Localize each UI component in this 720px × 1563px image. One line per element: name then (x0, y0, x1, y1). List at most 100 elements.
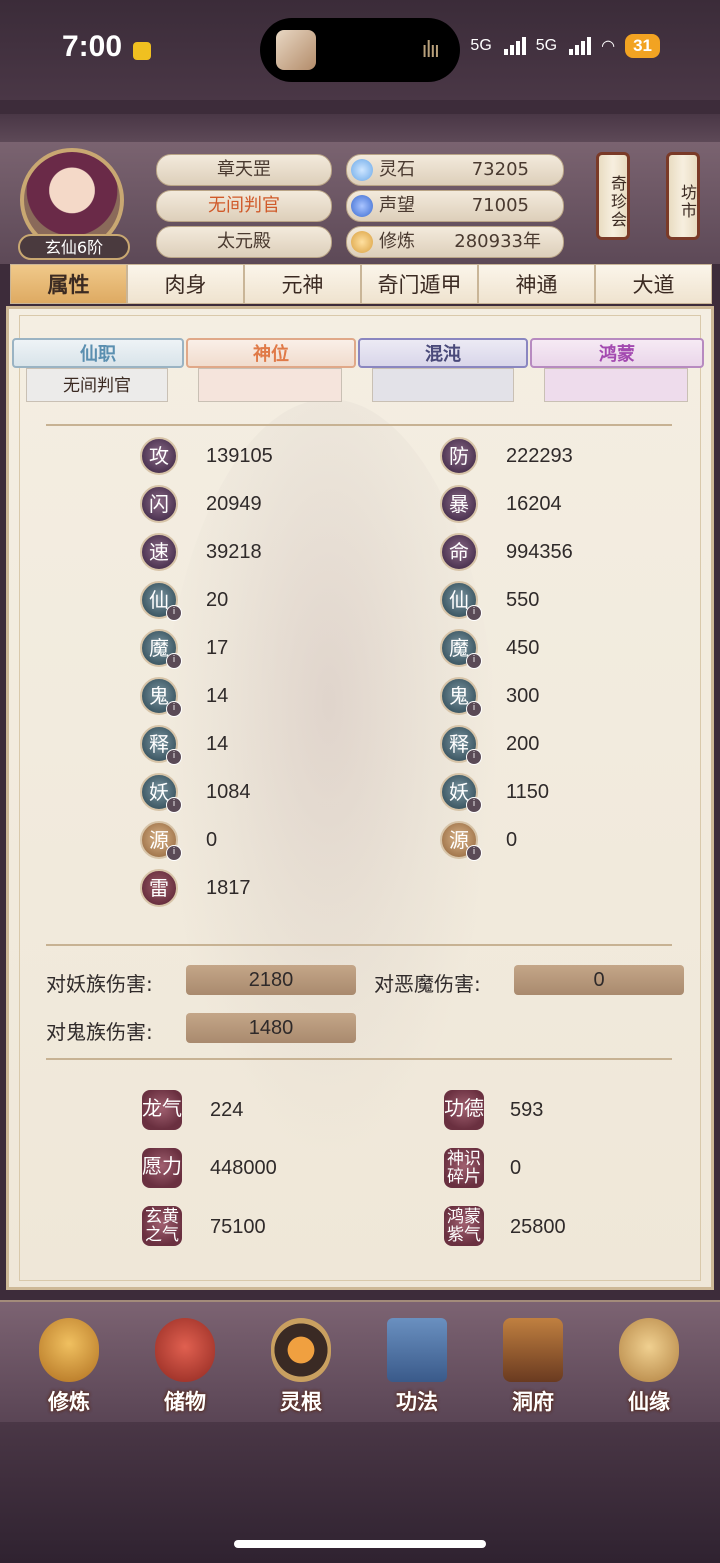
audio-wave-icon: ılıı (421, 38, 441, 63)
rank-banner-chaos[interactable]: 混沌 (358, 338, 528, 368)
nav-techniques[interactable]: 功法 (362, 1310, 472, 1418)
hongmeng-purple-qi-icon: 鸿蒙 紫气 (444, 1206, 484, 1246)
ghost-attack-icon[interactable]: 鬼i (140, 677, 182, 717)
damage-vs-demon-value: 0 (514, 965, 684, 995)
attributes-panel (6, 306, 714, 1290)
buddhist-defense-value: 200 (506, 733, 540, 755)
monster-defense-value: 1150 (506, 781, 550, 803)
rank-slot-chaos (372, 368, 514, 402)
house-icon (503, 1318, 563, 1382)
signal-label-2: 5G (535, 37, 558, 54)
rank-slot-deity (198, 368, 342, 402)
vow-power-value: 448000 (210, 1157, 277, 1179)
buddhist-defense-icon[interactable]: 释i (440, 725, 482, 765)
ghost-attack-value: 14 (206, 685, 229, 707)
nav-cultivation[interactable]: 修炼 (14, 1310, 124, 1418)
gourd-icon (619, 1318, 679, 1382)
buddhist-attack-value: 14 (206, 733, 229, 755)
immortal-attack-icon[interactable]: 仙i (140, 581, 182, 621)
signal-bars-icon (503, 37, 526, 55)
signal-bars-icon (569, 37, 592, 55)
tab-spirit[interactable]: 元神 (244, 264, 361, 304)
resource-spirit-stone: 灵石 73205 (346, 154, 564, 186)
monster-attack-icon[interactable]: 妖i (140, 773, 182, 813)
app-thumbnail-icon (276, 30, 316, 70)
crystal-icon (351, 195, 373, 217)
critical-value: 16204 (506, 493, 562, 515)
divider (46, 944, 672, 946)
nav-spirit-root[interactable]: 灵根 (246, 1310, 356, 1418)
ghost-defense-value: 300 (506, 685, 540, 707)
divider (46, 424, 672, 426)
nav-storage[interactable]: 储物 (130, 1310, 240, 1418)
origin-defense-value: 0 (506, 829, 518, 851)
buddhist-attack-icon[interactable]: 释i (140, 725, 182, 765)
dodge-value: 20949 (206, 493, 262, 515)
tab-divine-power[interactable]: 神通 (478, 264, 595, 304)
tab-qimen[interactable]: 奇门遁甲 (361, 264, 478, 304)
merit-icon: 功德 (444, 1090, 484, 1130)
notification-icon (133, 42, 151, 60)
book-icon (387, 1318, 447, 1382)
rank-banner-immortal-post[interactable]: 仙职 (12, 338, 184, 368)
info-badge-icon: i (166, 701, 182, 717)
info-badge-icon: i (166, 797, 182, 813)
dynamic-island: ılıı (260, 18, 460, 82)
tab-dao[interactable]: 大道 (595, 264, 712, 304)
rank-slot-immortal-post: 无间判官 (26, 368, 168, 402)
nav-cave-dwelling[interactable]: 洞府 (478, 1310, 588, 1418)
rank-banner-hongmeng[interactable]: 鸿蒙 (530, 338, 704, 368)
damage-vs-demon-label: 对恶魔伤害: (374, 972, 481, 996)
spirit-stone-icon (351, 159, 373, 181)
hongmeng-purple-qi-value: 25800 (510, 1216, 566, 1238)
immortal-defense-icon[interactable]: 仙i (440, 581, 482, 621)
battery-indicator: 31 (625, 34, 660, 58)
rank-banner-deity[interactable]: 神位 (186, 338, 356, 368)
nav-fate[interactable]: 仙缘 (594, 1310, 704, 1418)
thunder-value: 1817 (206, 877, 251, 899)
origin-attack-value: 0 (206, 829, 218, 851)
status-time: 7:00 (62, 30, 123, 63)
treasure-shop-button[interactable]: 奇珍会 (596, 152, 630, 240)
info-badge-icon: i (466, 605, 482, 621)
signal-label-1: 5G (470, 37, 492, 54)
ghost-defense-icon[interactable]: 鬼i (440, 677, 482, 717)
info-badge-icon: i (166, 653, 182, 669)
tab-attributes[interactable]: 属性 (10, 264, 127, 304)
immortal-attack-value: 20 (206, 589, 229, 611)
origin-attack-icon[interactable]: 源i (140, 821, 182, 861)
player-palace: 太元殿 (156, 226, 332, 258)
monster-defense-icon[interactable]: 妖i (440, 773, 482, 813)
rank-slot-hongmeng (544, 368, 688, 402)
wifi-icon: ◠ (601, 38, 616, 55)
bag-icon (155, 1318, 215, 1382)
damage-vs-ghost-label: 对鬼族伤害: (46, 1020, 153, 1044)
defense-value: 222293 (506, 445, 573, 467)
health-icon: 命 (440, 533, 478, 571)
rank-badge: 玄仙6阶 (18, 234, 130, 260)
demon-attack-icon[interactable]: 魔i (140, 629, 182, 669)
immortal-defense-value: 550 (506, 589, 540, 611)
dodge-icon: 闪 (140, 485, 178, 523)
dragon-qi-icon: 龙气 (142, 1090, 182, 1130)
home-indicator[interactable] (234, 1540, 486, 1548)
spirit-root-icon (271, 1318, 331, 1382)
demon-defense-icon[interactable]: 魔i (440, 629, 482, 669)
speed-icon: 速 (140, 533, 178, 571)
tab-body[interactable]: 肉身 (127, 264, 244, 304)
origin-defense-icon[interactable]: 源i (440, 821, 482, 861)
meditation-icon (39, 1318, 99, 1382)
divine-sense-fragment-icon: 神识 碎片 (444, 1148, 484, 1188)
market-button[interactable]: 坊市 (666, 152, 700, 240)
bottom-nav: 修炼 储物 灵根 功法 洞府 仙缘 (0, 1300, 720, 1424)
xuanhuang-qi-icon: 玄黄 之气 (142, 1206, 182, 1246)
divine-sense-fragment-value: 0 (510, 1157, 522, 1179)
damage-vs-monster-label: 对妖族伤害: (46, 972, 153, 996)
info-badge-icon: i (466, 749, 482, 765)
xuanhuang-qi-value: 75100 (210, 1216, 266, 1238)
info-badge-icon: i (466, 701, 482, 717)
critical-icon: 暴 (440, 485, 478, 523)
dragon-qi-value: 224 (210, 1099, 244, 1121)
resource-cultivation: 修炼 280933年 (346, 226, 564, 258)
attack-value: 139105 (206, 445, 273, 467)
